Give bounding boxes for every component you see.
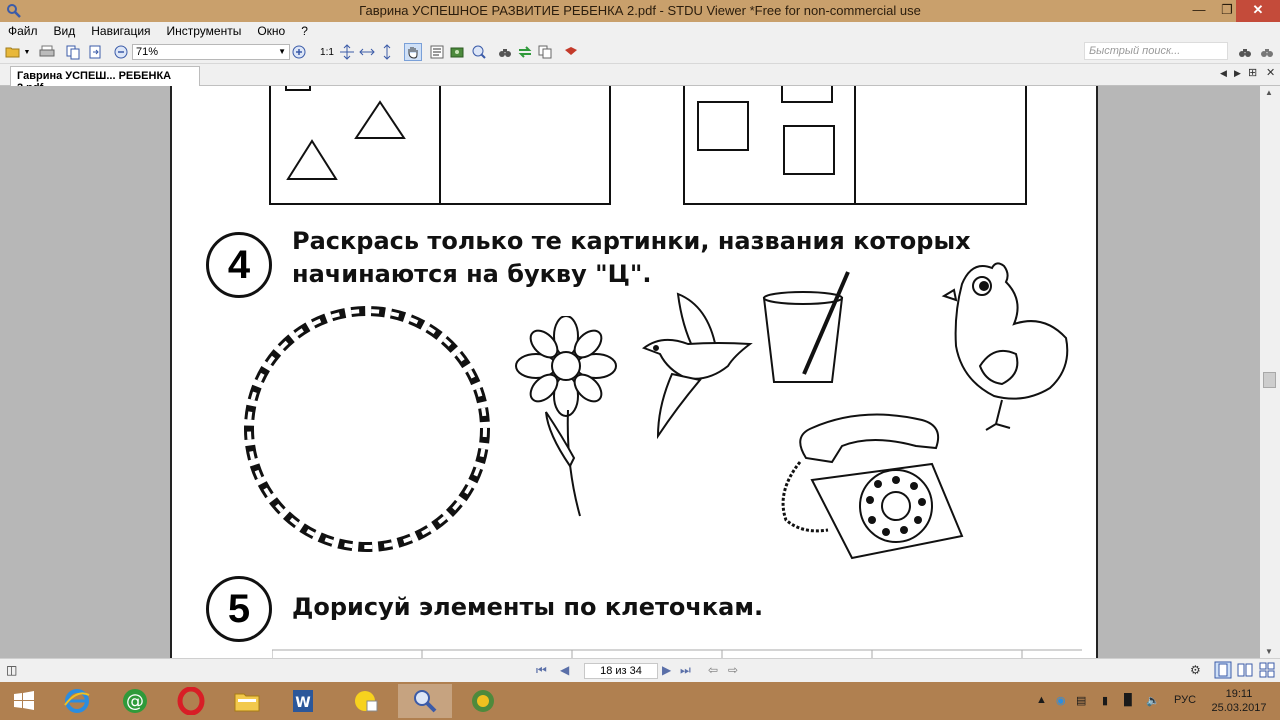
bookmark-icon[interactable] — [562, 43, 580, 61]
open-dropdown-chevron-icon[interactable]: ▼ — [22, 43, 32, 61]
glass-illustration — [762, 271, 850, 383]
bird-illustration — [641, 292, 753, 440]
tab-scroll-left-icon[interactable]: ◀ — [1220, 68, 1227, 79]
snapshot-icon[interactable] — [448, 43, 466, 61]
search-options-icon[interactable] — [1258, 43, 1276, 61]
tray-network-app-icon[interactable]: ◉ — [1056, 694, 1066, 707]
sync-arrows-icon[interactable] — [516, 43, 534, 61]
menu-window[interactable]: Окно — [249, 22, 293, 40]
tab-list-icon[interactable]: ⊞ — [1248, 66, 1257, 79]
menu-bar: Файл Вид Навигация Инструменты Окно ? — [0, 22, 1280, 40]
print-icon[interactable] — [38, 43, 56, 61]
svg-text:W: W — [295, 695, 310, 711]
menu-navigation[interactable]: Навигация — [83, 22, 158, 40]
scrollbar-thumb[interactable] — [1263, 372, 1276, 388]
page-export-icon[interactable] — [86, 43, 104, 61]
volume-muted-icon[interactable]: 🔈 — [1146, 694, 1160, 707]
exercise-5-number: 5 — [206, 576, 272, 642]
page-number-field[interactable]: 18 из 34 — [584, 663, 658, 679]
menu-view[interactable]: Вид — [46, 22, 84, 40]
find-icon[interactable] — [496, 43, 514, 61]
wifi-signal-icon[interactable]: █ — [1124, 694, 1132, 706]
document-tab-bar: Гаврина УСПЕШ... РЕБЕНКА 2.pdf ◀ ▶ ⊞ ✕ — [0, 64, 1280, 94]
zoom-out-icon[interactable] — [112, 43, 130, 61]
zoom-dropdown-chevron-icon[interactable]: ▼ — [278, 45, 286, 59]
open-folder-icon[interactable] — [4, 43, 22, 61]
scroll-up-icon[interactable]: ▲ — [1265, 88, 1273, 97]
previous-page-icon[interactable]: ◀ — [560, 663, 569, 677]
telephone-illustration — [781, 413, 964, 560]
status-bar: ◫ ⏮ ◀ 18 из 34 ▶ ⏭ ⇦ ⇨ ⚙ — [0, 658, 1280, 682]
hand-tool-icon[interactable] — [404, 43, 422, 61]
fit-width-icon[interactable] — [358, 43, 376, 61]
continuous-view-icon[interactable] — [1258, 661, 1276, 682]
tab-close-icon[interactable]: ✕ — [1266, 66, 1275, 79]
search-binoculars-icon[interactable] — [1236, 43, 1254, 61]
chain-illustration — [244, 306, 490, 552]
first-page-icon[interactable]: ⏮ — [536, 663, 547, 678]
zoom-in-icon[interactable] — [290, 43, 308, 61]
exercise-5-grid — [272, 649, 1082, 658]
two-page-view-icon[interactable] — [1236, 661, 1254, 682]
stdu-viewer-taskbar-icon[interactable] — [398, 684, 452, 718]
mail-agent-icon[interactable]: @ — [108, 684, 162, 718]
minimize-button[interactable]: — — [1184, 0, 1214, 22]
word-icon[interactable]: W — [276, 684, 330, 718]
history-forward-icon[interactable]: ⇨ — [728, 663, 738, 677]
clock-time: 19:11 — [1225, 688, 1253, 700]
clock-date: 25.03.2017 — [1211, 702, 1267, 714]
file-explorer-icon[interactable] — [220, 684, 274, 718]
tab-scroll-right-icon[interactable]: ▶ — [1234, 68, 1241, 79]
exercise-3-frames-illustration — [269, 86, 1027, 205]
shield-app-icon[interactable] — [456, 684, 510, 718]
opera-icon[interactable] — [164, 684, 218, 718]
menu-tools[interactable]: Инструменты — [159, 22, 250, 40]
actual-size-button[interactable]: 1:1 — [318, 43, 336, 61]
svg-text:@: @ — [126, 691, 144, 712]
window-title: Гаврина УСПЕШНОЕ РАЗВИТИЕ РЕБЕНКА 2.pdf … — [359, 3, 921, 18]
exercise-4-line-1: Раскрась только те картинки, названия ко… — [292, 227, 971, 255]
document-viewport[interactable]: 4 Раскрась только те картинки, названия … — [0, 86, 1260, 658]
internet-explorer-icon[interactable] — [50, 684, 104, 718]
menu-help[interactable]: ? — [293, 22, 316, 40]
sidebar-toggle-icon[interactable]: ◫ — [6, 663, 17, 677]
zoom-level-select[interactable]: 71% ▼ — [132, 44, 290, 60]
language-indicator[interactable]: РУС — [1174, 694, 1196, 706]
next-page-icon[interactable]: ▶ — [662, 663, 671, 677]
tray-overflow-chevron-icon[interactable]: ▲ — [1036, 694, 1047, 706]
single-page-view-icon[interactable] — [1214, 661, 1232, 682]
menu-file[interactable]: Файл — [0, 22, 46, 40]
tray-device-icon[interactable]: ▤ — [1076, 694, 1086, 707]
start-windows-icon[interactable] — [0, 684, 48, 718]
taskbar-clock[interactable]: 19:11 25.03.2017 — [1206, 687, 1272, 715]
history-back-icon[interactable]: ⇦ — [708, 663, 718, 677]
vertical-scrollbar[interactable]: ▲ ▼ — [1260, 86, 1280, 658]
notes-app-icon[interactable] — [340, 684, 394, 718]
flower-illustration — [515, 316, 617, 517]
copy-pages-icon[interactable] — [536, 43, 554, 61]
exercise-4-number: 4 — [206, 232, 272, 298]
settings-gear-icon[interactable]: ⚙ — [1190, 663, 1201, 677]
close-button[interactable]: ✕ — [1236, 0, 1280, 22]
fit-height-icon[interactable] — [378, 43, 396, 61]
page-copy-icon[interactable] — [64, 43, 82, 61]
text-select-icon[interactable] — [428, 43, 446, 61]
battery-icon[interactable]: ▮ — [1102, 694, 1108, 707]
exercise-4-line-2: начинаются на букву "Ц". — [292, 260, 652, 288]
exercise-5-line-1: Дорисуй элементы по клеточкам. — [292, 593, 764, 621]
quick-search-input[interactable]: Быстрый поиск... — [1084, 42, 1228, 60]
fit-page-icon[interactable] — [338, 43, 356, 61]
document-tab[interactable]: Гаврина УСПЕШ... РЕБЕНКА 2.pdf — [10, 66, 200, 94]
scroll-down-icon[interactable]: ▼ — [1265, 647, 1273, 656]
title-bar: Гаврина УСПЕШНОЕ РАЗВИТИЕ РЕБЕНКА 2.pdf … — [0, 0, 1280, 22]
zoom-level-value: 71% — [136, 46, 159, 58]
zoom-tool-icon[interactable] — [470, 43, 488, 61]
pdf-page: 4 Раскрась только те картинки, названия … — [170, 86, 1098, 658]
windows-taskbar: @ W ▲ ◉ ▤ ▮ █ 🔈 РУС 19:11 25.03.2017 — [0, 682, 1280, 720]
last-page-icon[interactable]: ⏭ — [680, 663, 691, 678]
